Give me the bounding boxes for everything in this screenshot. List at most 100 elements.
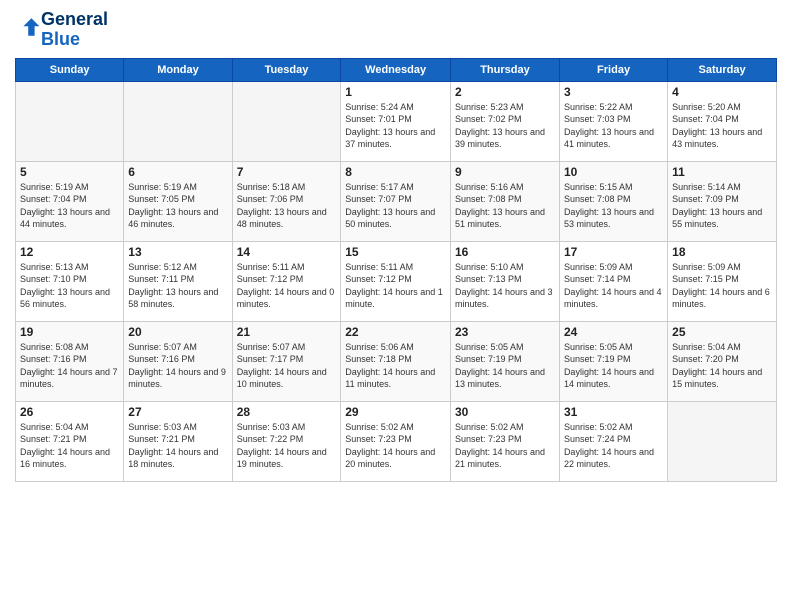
day-number: 12 — [20, 245, 119, 259]
calendar-cell — [16, 81, 124, 161]
weekday-header-cell: Tuesday — [232, 58, 341, 81]
calendar-cell: 4 Sunrise: 5:20 AMSunset: 7:04 PMDaylight… — [668, 81, 777, 161]
day-info: Sunrise: 5:06 AMSunset: 7:18 PMDaylight:… — [345, 341, 446, 391]
calendar-cell: 16 Sunrise: 5:10 AMSunset: 7:13 PMDayligh… — [450, 241, 559, 321]
day-info: Sunrise: 5:13 AMSunset: 7:10 PMDaylight:… — [20, 261, 119, 311]
day-number: 22 — [345, 325, 446, 339]
day-number: 24 — [564, 325, 663, 339]
day-info: Sunrise: 5:24 AMSunset: 7:01 PMDaylight:… — [345, 101, 446, 151]
day-info: Sunrise: 5:11 AMSunset: 7:12 PMDaylight:… — [345, 261, 446, 311]
day-info: Sunrise: 5:10 AMSunset: 7:13 PMDaylight:… — [455, 261, 555, 311]
weekday-header-cell: Thursday — [450, 58, 559, 81]
weekday-header-cell: Monday — [124, 58, 232, 81]
calendar-cell: 21Sunrise: 5:07 AMSunset: 7:17 PMDayligh… — [232, 321, 341, 401]
calendar-cell: 3Sunrise: 5:22 AMSunset: 7:03 PMDaylight… — [559, 81, 667, 161]
day-number: 30 — [455, 405, 555, 419]
calendar-cell: 24 Sunrise: 5:05 AMSunset: 7:19 PMDayligh… — [559, 321, 667, 401]
day-number: 4 — [672, 85, 772, 99]
calendar-cell: 12 Sunrise: 5:13 AMSunset: 7:10 PMDayligh… — [16, 241, 124, 321]
day-info: Sunrise: 5:14 AMSunset: 7:09 PMDaylight:… — [672, 181, 772, 231]
calendar-week-row: 1 Sunrise: 5:24 AMSunset: 7:01 PMDaylight… — [16, 81, 777, 161]
calendar-cell: 1 Sunrise: 5:24 AMSunset: 7:01 PMDaylight… — [341, 81, 451, 161]
day-info: Sunrise: 5:04 AMSunset: 7:21 PMDaylight:… — [20, 421, 119, 471]
day-number: 9 — [455, 165, 555, 179]
day-info: Sunrise: 5:12 AMSunset: 7:11 PMDaylight:… — [128, 261, 227, 311]
calendar-week-row: 26 Sunrise: 5:04 AMSunset: 7:21 PMDayligh… — [16, 401, 777, 481]
day-info: Sunrise: 5:16 AMSunset: 7:08 PMDaylight:… — [455, 181, 555, 231]
day-number: 11 — [672, 165, 772, 179]
calendar-cell: 7 Sunrise: 5:18 AMSunset: 7:06 PMDaylight… — [232, 161, 341, 241]
day-info: Sunrise: 5:09 AMSunset: 7:14 PMDaylight:… — [564, 261, 663, 311]
day-info: Sunrise: 5:04 AMSunset: 7:20 PMDaylight:… — [672, 341, 772, 391]
day-number: 16 — [455, 245, 555, 259]
calendar-cell: 19Sunrise: 5:08 AMSunset: 7:16 PMDayligh… — [16, 321, 124, 401]
day-info: Sunrise: 5:05 AMSunset: 7:19 PMDaylight:… — [564, 341, 663, 391]
day-info: Sunrise: 5:18 AMSunset: 7:06 PMDaylight:… — [237, 181, 337, 231]
day-number: 1 — [345, 85, 446, 99]
calendar-cell — [124, 81, 232, 161]
day-number: 28 — [237, 405, 337, 419]
calendar-cell: 13 Sunrise: 5:12 AMSunset: 7:11 PMDayligh… — [124, 241, 232, 321]
calendar-cell — [668, 401, 777, 481]
day-info: Sunrise: 5:03 AMSunset: 7:22 PMDaylight:… — [237, 421, 337, 471]
day-number: 20 — [128, 325, 227, 339]
calendar-cell: 28 Sunrise: 5:03 AMSunset: 7:22 PMDayligh… — [232, 401, 341, 481]
calendar-cell: 20 Sunrise: 5:07 AMSunset: 7:16 PMDayligh… — [124, 321, 232, 401]
calendar-cell: 27Sunrise: 5:03 AMSunset: 7:21 PMDayligh… — [124, 401, 232, 481]
calendar-cell: 15 Sunrise: 5:11 AMSunset: 7:12 PMDayligh… — [341, 241, 451, 321]
calendar-cell: 31Sunrise: 5:02 AMSunset: 7:24 PMDayligh… — [559, 401, 667, 481]
day-info: Sunrise: 5:05 AMSunset: 7:19 PMDaylight:… — [455, 341, 555, 391]
calendar-body: 1 Sunrise: 5:24 AMSunset: 7:01 PMDaylight… — [16, 81, 777, 481]
day-number: 26 — [20, 405, 119, 419]
day-info: Sunrise: 5:19 AMSunset: 7:04 PMDaylight:… — [20, 181, 119, 231]
day-number: 14 — [237, 245, 337, 259]
day-number: 13 — [128, 245, 227, 259]
logo: General Blue — [15, 10, 108, 50]
day-info: Sunrise: 5:03 AMSunset: 7:21 PMDaylight:… — [128, 421, 227, 471]
calendar-week-row: 12 Sunrise: 5:13 AMSunset: 7:10 PMDayligh… — [16, 241, 777, 321]
calendar-cell: 25Sunrise: 5:04 AMSunset: 7:20 PMDayligh… — [668, 321, 777, 401]
calendar-cell: 17 Sunrise: 5:09 AMSunset: 7:14 PMDayligh… — [559, 241, 667, 321]
calendar-week-row: 19Sunrise: 5:08 AMSunset: 7:16 PMDayligh… — [16, 321, 777, 401]
day-number: 8 — [345, 165, 446, 179]
day-number: 7 — [237, 165, 337, 179]
day-info: Sunrise: 5:20 AMSunset: 7:04 PMDaylight:… — [672, 101, 772, 151]
logo-text: General Blue — [41, 10, 108, 50]
day-info: Sunrise: 5:22 AMSunset: 7:03 PMDaylight:… — [564, 101, 663, 151]
calendar-cell: 26 Sunrise: 5:04 AMSunset: 7:21 PMDayligh… — [16, 401, 124, 481]
calendar-cell: 14 Sunrise: 5:11 AMSunset: 7:12 PMDayligh… — [232, 241, 341, 321]
weekday-header-row: SundayMondayTuesdayWednesdayThursdayFrid… — [16, 58, 777, 81]
calendar-cell: 30Sunrise: 5:02 AMSunset: 7:23 PMDayligh… — [450, 401, 559, 481]
day-info: Sunrise: 5:07 AMSunset: 7:16 PMDaylight:… — [128, 341, 227, 391]
day-info: Sunrise: 5:09 AMSunset: 7:15 PMDaylight:… — [672, 261, 772, 311]
day-info: Sunrise: 5:11 AMSunset: 7:12 PMDaylight:… — [237, 261, 337, 311]
calendar-cell: 23Sunrise: 5:05 AMSunset: 7:19 PMDayligh… — [450, 321, 559, 401]
day-number: 31 — [564, 405, 663, 419]
day-info: Sunrise: 5:19 AMSunset: 7:05 PMDaylight:… — [128, 181, 227, 231]
day-number: 15 — [345, 245, 446, 259]
calendar-cell — [232, 81, 341, 161]
day-number: 29 — [345, 405, 446, 419]
weekday-header-cell: Sunday — [16, 58, 124, 81]
day-number: 10 — [564, 165, 663, 179]
calendar-cell: 2Sunrise: 5:23 AMSunset: 7:02 PMDaylight… — [450, 81, 559, 161]
page: General Blue SundayMondayTuesdayWednesda… — [0, 0, 792, 612]
day-number: 5 — [20, 165, 119, 179]
calendar-cell: 5 Sunrise: 5:19 AMSunset: 7:04 PMDaylight… — [16, 161, 124, 241]
day-number: 18 — [672, 245, 772, 259]
day-info: Sunrise: 5:08 AMSunset: 7:16 PMDaylight:… — [20, 341, 119, 391]
day-number: 17 — [564, 245, 663, 259]
day-info: Sunrise: 5:23 AMSunset: 7:02 PMDaylight:… — [455, 101, 555, 151]
calendar-cell: 22 Sunrise: 5:06 AMSunset: 7:18 PMDayligh… — [341, 321, 451, 401]
day-info: Sunrise: 5:02 AMSunset: 7:23 PMDaylight:… — [345, 421, 446, 471]
calendar-cell: 8 Sunrise: 5:17 AMSunset: 7:07 PMDaylight… — [341, 161, 451, 241]
day-info: Sunrise: 5:15 AMSunset: 7:08 PMDaylight:… — [564, 181, 663, 231]
calendar-cell: 11 Sunrise: 5:14 AMSunset: 7:09 PMDayligh… — [668, 161, 777, 241]
logo-icon — [17, 15, 41, 39]
day-info: Sunrise: 5:07 AMSunset: 7:17 PMDaylight:… — [237, 341, 337, 391]
calendar-cell: 9 Sunrise: 5:16 AMSunset: 7:08 PMDaylight… — [450, 161, 559, 241]
calendar-table: SundayMondayTuesdayWednesdayThursdayFrid… — [15, 58, 777, 482]
calendar-cell: 6 Sunrise: 5:19 AMSunset: 7:05 PMDaylight… — [124, 161, 232, 241]
day-info: Sunrise: 5:17 AMSunset: 7:07 PMDaylight:… — [345, 181, 446, 231]
day-number: 6 — [128, 165, 227, 179]
